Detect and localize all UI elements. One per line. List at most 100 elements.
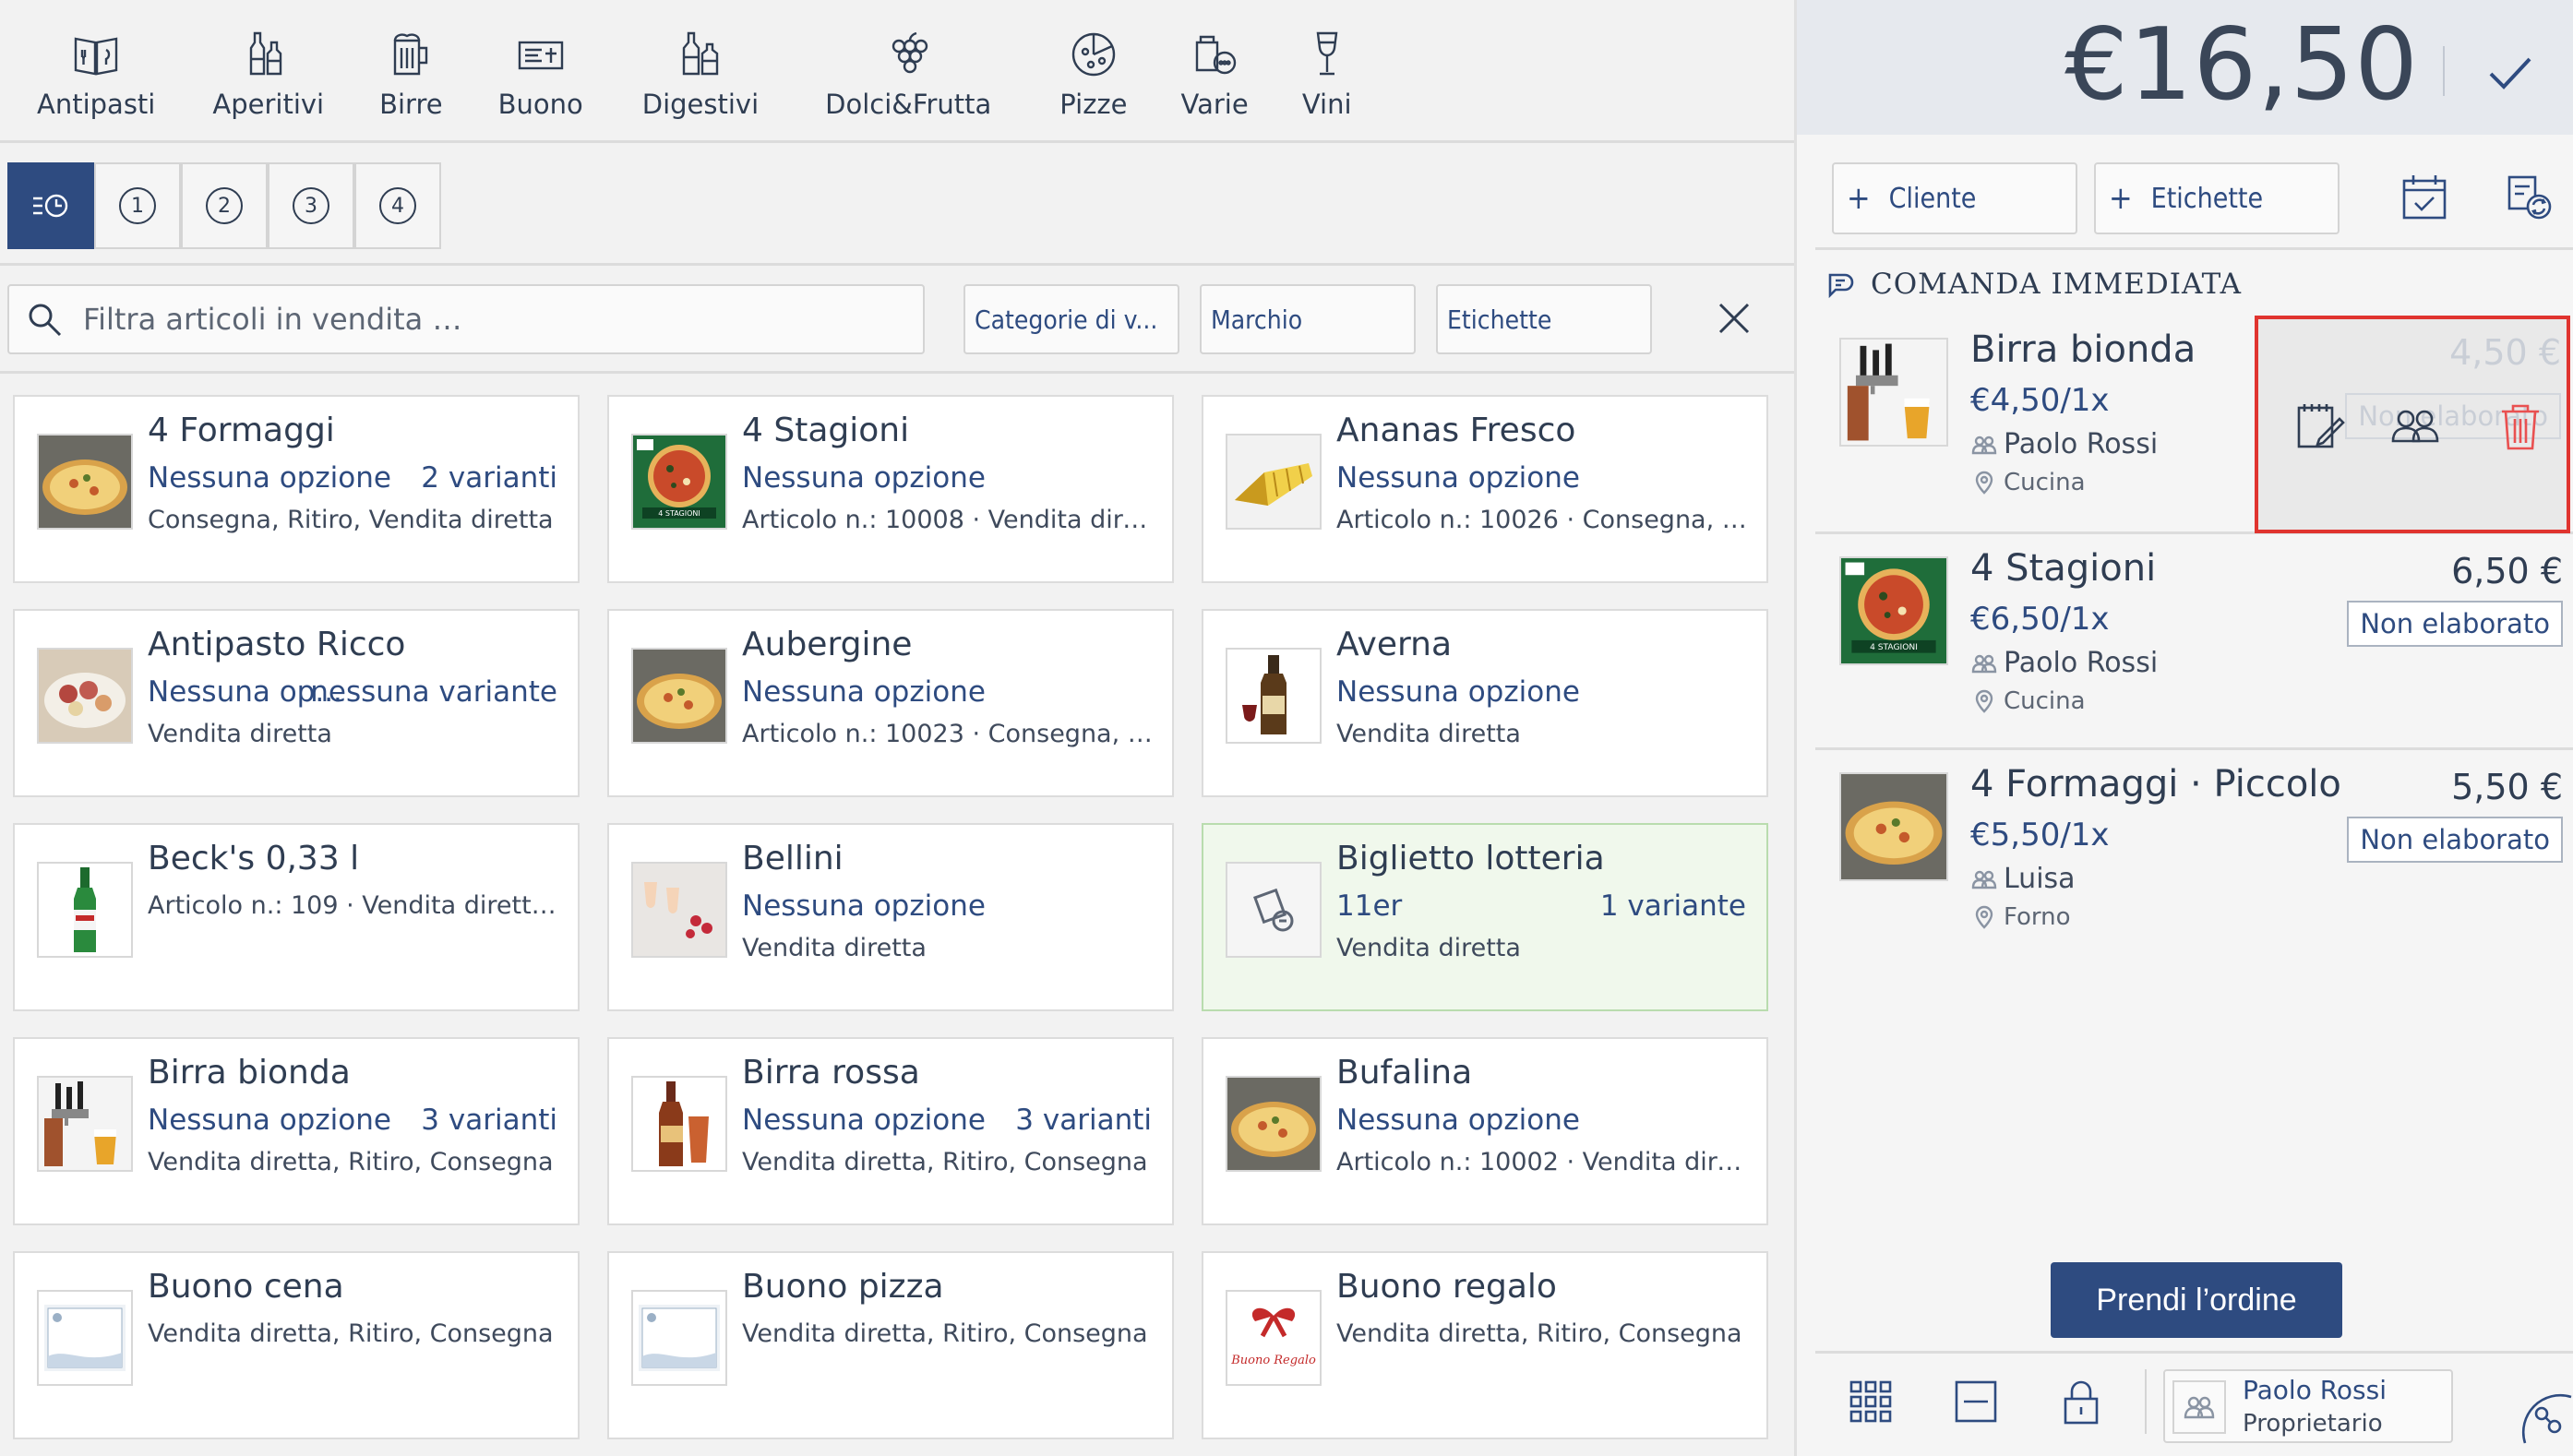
product-details: Vendita diretta: [742, 934, 927, 962]
product-card[interactable]: Biglietto lotteria 11er 1 variante Vendita …: [1202, 823, 1768, 1011]
category-buono[interactable]: Buono: [498, 30, 583, 120]
category-dolci-frutta[interactable]: Dolci&Frutta: [825, 30, 991, 120]
product-panel: Antipasti Aperitivi Birre Buono Digestiv…: [0, 0, 1794, 1456]
product-card[interactable]: Ananas Fresco Nessuna opzione Articolo n.:…: [1202, 395, 1768, 583]
transfer-button[interactable]: [2504, 172, 2555, 223]
category-label: Vini: [1301, 89, 1352, 120]
add-customer-button[interactable]: + Cliente: [1832, 162, 2077, 234]
product-name: Birra rossa: [742, 1054, 920, 1092]
order-item-user: Paolo Rossi: [1970, 647, 2158, 679]
category-antipasti[interactable]: Antipasti: [37, 30, 155, 120]
filter-marchio[interactable]: Marchio: [1200, 284, 1416, 354]
product-variants: 3 varianti: [1015, 1104, 1152, 1137]
product-card[interactable]: Aubergine Nessuna opzione Articolo n.: 100…: [607, 609, 1174, 797]
users-icon: [2184, 1396, 2215, 1419]
add-labels-button[interactable]: + Etichette: [2094, 162, 2340, 234]
product-name: Buono pizza: [742, 1268, 944, 1306]
order-item[interactable]: 4 Formaggi · Piccolo €5,50/1x Luisa Forno 5,…: [1815, 747, 2573, 961]
order-item-unit-price: €6,50/1x: [1970, 601, 2110, 638]
category-birre[interactable]: Birre: [379, 30, 443, 120]
clear-filters-button[interactable]: [1711, 295, 1757, 341]
product-name: Ananas Fresco: [1336, 412, 1576, 449]
current-user-button[interactable]: Paolo Rossi Proprietario: [2163, 1369, 2453, 1443]
grid-icon: [1849, 1380, 1892, 1423]
product-details: Vendita diretta, Ritiro, Consegna: [1336, 1319, 1742, 1348]
order-total: €16,50: [2064, 7, 2419, 123]
product-name: Aubergine: [742, 626, 913, 663]
checkmark-icon: [2489, 57, 2531, 90]
product-details: Vendita diretta: [1336, 720, 1521, 748]
category-varie[interactable]: Varie: [1180, 30, 1249, 120]
filter-categorie[interactable]: Categorie di v...: [963, 284, 1179, 354]
product-details: Vendita diretta: [1336, 934, 1521, 962]
product-details: Articolo n.: 10026 · Consegna, Rit...: [1336, 506, 1755, 534]
order-item-destination: Forno: [1970, 903, 2071, 931]
take-order-button[interactable]: Prendi l’ordine: [2051, 1262, 2342, 1338]
filter-etichette[interactable]: Etichette: [1436, 284, 1652, 354]
category-digestivi[interactable]: Digestivi: [642, 30, 759, 120]
order-item[interactable]: 4 STAGIONI 4 Stagioni €6,50/1x Paolo Rossi C…: [1815, 531, 2573, 746]
calendar-check-icon: [2402, 175, 2447, 220]
product-card[interactable]: Birra bionda Nessuna opzione 3 varianti Ven…: [13, 1037, 580, 1225]
product-card[interactable]: Buono pizza Vendita diretta, Ritiro, Cons…: [607, 1251, 1174, 1439]
product-image: Buono Regalo: [1226, 1290, 1322, 1386]
product-variants: nessuna variante: [310, 675, 557, 709]
product-card[interactable]: Buono cena Vendita diretta, Ritiro, Conse…: [13, 1251, 580, 1439]
category-label: Aperitivi: [212, 89, 325, 120]
course-1-button[interactable]: 1: [94, 162, 181, 249]
grid-view-button[interactable]: [1846, 1377, 1896, 1426]
divider: [2145, 1369, 2147, 1434]
product-option: Nessuna opzione: [1336, 1104, 1580, 1137]
product-option: Nessuna opzione: [742, 675, 986, 709]
edit-item-button[interactable]: [2292, 399, 2347, 454]
product-card[interactable]: Buono Regalo Buono regalo Vendita diretta,…: [1202, 1251, 1768, 1439]
location-icon: [1975, 689, 1993, 713]
product-card[interactable]: 4 STAGIONI 4 Stagioni Nessuna opzione Artic…: [607, 395, 1174, 583]
product-card[interactable]: 4 Formaggi Nessuna opzione 2 varianti Conse…: [13, 395, 580, 583]
confirm-button[interactable]: [2480, 42, 2539, 101]
course-3-button[interactable]: 3: [268, 162, 354, 249]
transfer-icon: [2507, 175, 2552, 220]
course-4-button[interactable]: 4: [354, 162, 441, 249]
search-icon: [29, 304, 62, 337]
product-image: [1226, 648, 1322, 744]
user-role: Proprietario: [2243, 1410, 2383, 1438]
assign-user-button[interactable]: [2388, 399, 2443, 454]
product-card[interactable]: Bellini Nessuna opzione Vendita diretta: [607, 823, 1174, 1011]
order-item-status: Non elaborato: [2347, 601, 2563, 647]
product-card[interactable]: Antipasto Ricco Nessuna op... nessuna vari…: [13, 609, 580, 797]
product-card[interactable]: Beck's 0,33 l Articolo n.: 109 · Vendita …: [13, 823, 580, 1011]
schedule-button[interactable]: [2399, 172, 2450, 223]
course-2-button[interactable]: 2: [181, 162, 268, 249]
order-item-status: Non elaborato: [2347, 817, 2563, 863]
location-icon: [1975, 471, 1993, 495]
divider: [1815, 247, 2573, 250]
misc-icon: [1195, 35, 1237, 75]
product-card[interactable]: Bufalina Nessuna opzione Articolo n.: 1000…: [1202, 1037, 1768, 1225]
minus-box-icon: [1955, 1380, 1997, 1423]
grapes-icon: [892, 31, 928, 74]
category-pizze[interactable]: Pizze: [1059, 30, 1127, 120]
search-input[interactable]: Filtra articoli in vendita …: [7, 284, 925, 354]
delete-item-button[interactable]: [2493, 399, 2548, 454]
lock-button[interactable]: [2056, 1377, 2106, 1426]
product-card[interactable]: Birra rossa Nessuna opzione 3 varianti Vend…: [607, 1037, 1174, 1225]
order-item-image: [1839, 772, 1948, 881]
category-vini[interactable]: Vini: [1302, 30, 1352, 120]
category-aperitivi[interactable]: Aperitivi: [212, 30, 324, 120]
collapse-button[interactable]: [1951, 1377, 2001, 1426]
product-card[interactable]: Averna Nessuna opzione Vendita diretta: [1202, 609, 1768, 797]
cart-panel: €16,50 + Cliente + Etichette COMANDA IMMED…: [1794, 0, 2573, 1456]
order-icon: [1828, 273, 1854, 299]
product-option: Nessuna opzione: [1336, 461, 1580, 495]
link-icon: [2521, 1393, 2572, 1444]
order-item-user: Paolo Rossi: [1970, 428, 2158, 460]
beer-mug-icon: [394, 33, 428, 76]
product-image: [37, 1076, 133, 1172]
course-immediate-button[interactable]: [7, 162, 94, 249]
product-name: Bufalina: [1336, 1054, 1473, 1092]
product-details: Consegna, Ritiro, Vendita diretta: [148, 506, 554, 534]
product-variants: 2 varianti: [421, 461, 557, 495]
product-details: Vendita diretta, Ritiro, Consegna: [742, 1148, 1148, 1176]
settings-button[interactable]: [2507, 1384, 2573, 1456]
